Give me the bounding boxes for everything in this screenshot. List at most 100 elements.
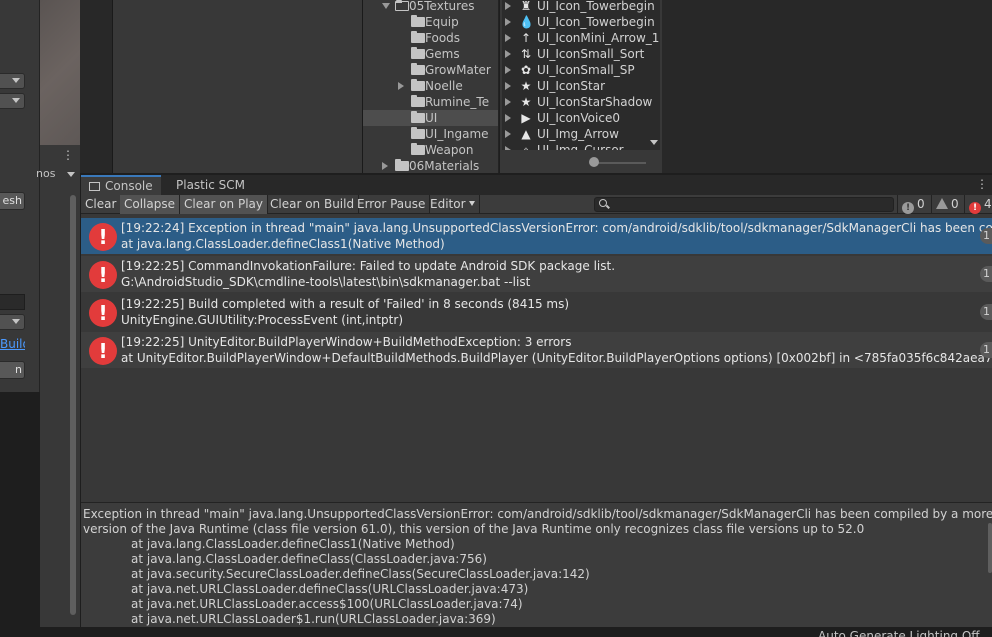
status-bar: Auto Generate Lighting Off	[0, 627, 992, 637]
expand-arrow-icon[interactable]	[505, 114, 511, 122]
folder-item[interactable]: Equip	[363, 14, 498, 30]
log-message: [19:22:25] Build completed with a result…	[121, 297, 570, 311]
asset-item-label: UI_IconStarShadow	[537, 95, 653, 109]
expand-arrow-icon[interactable]	[505, 98, 511, 106]
editor-dropdown[interactable]: Editor	[426, 195, 480, 214]
log-entry[interactable]: ! [19:22:25] UnityEditor.BuildPlayerWindo…	[81, 332, 992, 368]
asset-item[interactable]: ✿ UI_IconSmall_SP	[502, 62, 660, 78]
expand-arrow-icon[interactable]	[505, 2, 511, 10]
expand-arrow-icon[interactable]	[505, 18, 511, 26]
build-link[interactable]: Build	[0, 337, 25, 351]
error-pause-button[interactable]: Error Pause	[353, 195, 431, 214]
log-entry[interactable]: ! [19:22:25] Build completed with a resul…	[81, 294, 992, 330]
slider-handle[interactable]	[589, 157, 599, 167]
folder-item[interactable]: GrowMater	[363, 62, 498, 78]
clear-on-build-button[interactable]: Clear on Build	[266, 195, 360, 214]
detail-line: at java.lang.ClassLoader.defineClass1(Na…	[131, 537, 455, 551]
folder-item-label: 06Materials	[409, 159, 480, 173]
gizmos-dropdown[interactable]: nos	[36, 167, 55, 180]
folder-item[interactable]: Weapon	[363, 142, 498, 158]
search-input[interactable]	[611, 198, 891, 211]
asset-item-label: UI_Img_Arrow	[537, 127, 619, 141]
asset-item[interactable]: ⌖ UI_Img_Cursor	[502, 142, 660, 150]
tab-console[interactable]: Console	[81, 175, 161, 195]
kebab-menu-icon[interactable]: ⋮	[976, 177, 988, 191]
error-toggle[interactable]: ! 4	[964, 195, 992, 214]
expand-arrow-icon[interactable]	[505, 146, 511, 150]
log-stack-line: G:\AndroidStudio_SDK\cmdline-tools\lates…	[121, 275, 531, 289]
folder-item[interactable]: UI_Ingame	[363, 126, 498, 142]
folder-icon	[411, 63, 425, 75]
chevron-down-icon[interactable]	[67, 172, 75, 177]
collapse-arrow-icon[interactable]	[382, 162, 388, 170]
clear-on-play-button[interactable]: Clear on Play	[180, 195, 268, 214]
collapse-button[interactable]: Collapse	[120, 195, 180, 214]
folder-item[interactable]: Foods	[363, 30, 498, 46]
log-entry[interactable]: ! [19:22:25] CommandInvokationFailure: Fa…	[81, 256, 992, 292]
expand-arrow-icon[interactable]	[505, 82, 511, 90]
cursor-icon: ⌖	[522, 143, 530, 150]
asset-item[interactable]: ♜ UI_Icon_Towerbegin	[502, 0, 660, 14]
tab-plastic-scm[interactable]: Plastic SCM	[168, 175, 253, 195]
collapse-arrow-icon[interactable]	[398, 82, 404, 90]
folder-item[interactable]: Rumine_Te	[363, 94, 498, 110]
folder-item-label: UI	[425, 111, 438, 125]
inspector-field[interactable]	[0, 294, 25, 310]
scroll-down-icon[interactable]	[650, 140, 658, 145]
warning-icon	[936, 198, 948, 209]
scrollbar[interactable]	[988, 523, 992, 573]
log-count-badge: 1	[980, 228, 992, 244]
folder-icon	[395, 159, 409, 171]
inspector-dropdown-1[interactable]	[0, 73, 25, 89]
folder-item-label: Equip	[425, 15, 459, 29]
asset-item[interactable]: 💧 UI_Icon_Towerbegin	[502, 14, 660, 30]
log-stack-line: at java.lang.ClassLoader.defineClass1(Na…	[121, 237, 445, 251]
asset-item[interactable]: ▲ UI_Img_Arrow	[502, 126, 660, 142]
asset-item[interactable]: ⇅ UI_IconSmall_Sort	[502, 46, 660, 62]
project-panel-empty-area	[113, 0, 363, 173]
asset-item[interactable]: ★ UI_IconStarShadow	[502, 94, 660, 110]
asset-item[interactable]: ↑ UI_IconMini_Arrow_1	[502, 30, 660, 46]
folder-item[interactable]: UI	[363, 110, 498, 126]
tab-plastic-label: Plastic SCM	[176, 178, 245, 192]
detail-line: at java.net.URLClassLoader.defineClass(U…	[131, 582, 529, 596]
expand-arrow-icon[interactable]	[505, 66, 511, 74]
error-icon: !	[969, 202, 981, 214]
asset-item[interactable]: ▶ UI_IconVoice0	[502, 110, 660, 126]
asset-item[interactable]: ★ UI_IconStar	[502, 78, 660, 94]
folder-item[interactable]: Noelle	[363, 78, 498, 94]
inspector-dropdown-3[interactable]	[0, 314, 25, 330]
inspector-dropdown-2[interactable]	[0, 93, 25, 109]
scrollbar[interactable]	[70, 195, 76, 615]
folder-item[interactable]: Gems	[363, 46, 498, 62]
folder-icon	[411, 143, 425, 155]
folder-icon	[411, 95, 425, 107]
run-button[interactable]: n	[0, 361, 25, 379]
folder-item[interactable]: 06Materials	[363, 158, 498, 173]
folder-icon	[411, 47, 425, 59]
warning-count: 0	[951, 197, 959, 211]
expand-arrow-icon[interactable]	[505, 34, 511, 42]
search-field[interactable]	[594, 197, 894, 212]
expand-arrow-icon[interactable]	[382, 3, 390, 9]
scene-view[interactable]	[40, 0, 80, 145]
kebab-menu-icon[interactable]: ⋮	[62, 148, 74, 162]
asset-item-label: UI_IconSmall_SP	[537, 63, 635, 77]
folder-item-label: GrowMater	[425, 63, 491, 77]
tower-icon: ♜	[520, 0, 532, 13]
info-toggle[interactable]: ! 0	[897, 195, 925, 214]
detail-line: version of the Java Runtime (class file …	[83, 522, 865, 536]
log-entry[interactable]: ! [19:22:24] Exception in thread "main" j…	[81, 218, 992, 254]
folder-icon	[411, 31, 425, 43]
arrow-up-icon: ↑	[520, 31, 532, 45]
expand-arrow-icon[interactable]	[505, 130, 511, 138]
empty-panel-area	[662, 0, 992, 173]
expand-arrow-icon[interactable]	[505, 50, 511, 58]
refresh-button[interactable]: esh	[0, 192, 25, 210]
warning-toggle[interactable]: 0	[931, 195, 959, 214]
info-icon: !	[902, 202, 914, 214]
clear-button[interactable]: Clear	[81, 195, 122, 214]
log-count-badge: 1	[980, 304, 992, 320]
detail-line: at java.lang.ClassLoader.defineClass(Cla…	[131, 552, 487, 566]
folder-item[interactable]: 05Textures	[363, 0, 498, 14]
